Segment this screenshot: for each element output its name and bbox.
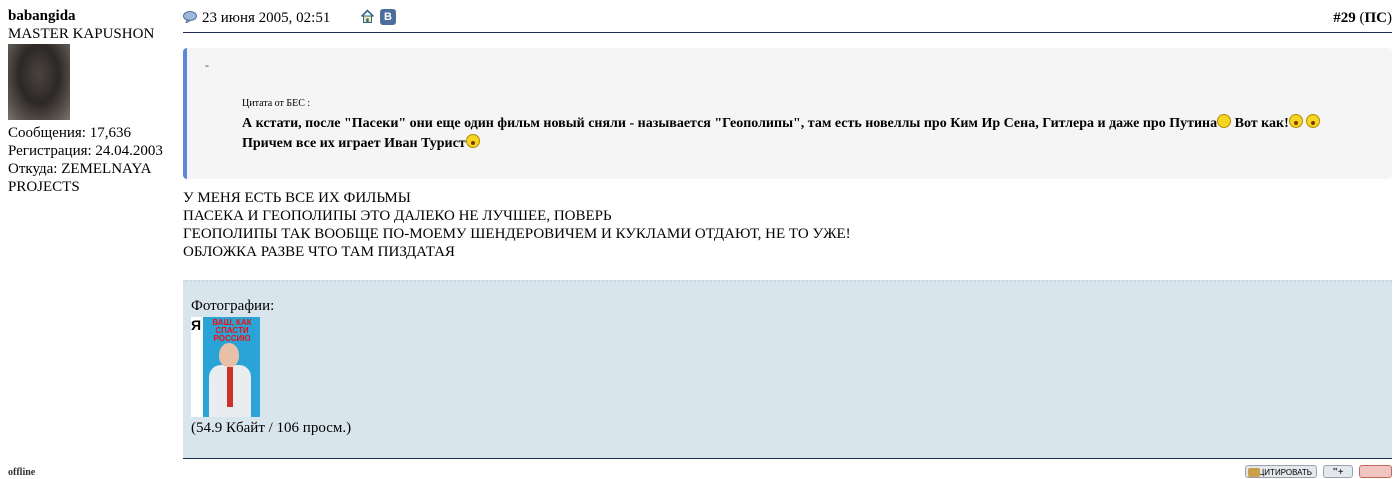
- post-header: 23 июня 2005, 02:51 В #29 (ПС): [183, 8, 1392, 33]
- username[interactable]: babangida: [8, 7, 180, 25]
- quote-text-part-3: Причем все их играет Иван Турист: [242, 136, 466, 151]
- message-line: У МЕНЯ ЕСТЬ ВСЕ ИХ ФИЛЬМЫ: [183, 190, 411, 206]
- cover-figure-tie: [227, 367, 233, 407]
- avatar: [8, 44, 70, 120]
- post-date: 23 июня 2005, 02:51: [202, 10, 331, 26]
- surprised-smile-icon: [1288, 114, 1303, 128]
- grin-smile-icon: [1306, 114, 1321, 128]
- quote-button[interactable]: ЦИТИРОВАТЬ: [1245, 465, 1317, 478]
- cover-figure-head: [219, 343, 239, 367]
- quote-block: - Цитата от БЕС : А кстати, после "Пасек…: [183, 48, 1392, 179]
- post-number[interactable]: #29 (ПС): [1333, 10, 1392, 27]
- message-line: ОБЛОЖКА РАЗВЕ ЧТО ТАМ ПИЗДАТАЯ: [183, 244, 455, 260]
- user-title: MASTER KAPUSHON: [8, 26, 155, 42]
- status-badge: offline: [8, 467, 36, 478]
- attachment-block: Фотографии: Я ВАШ, КАК СПАСТИ РОССИЮ (54…: [183, 280, 1392, 459]
- quote-text-part-1: А кстати, после "Пасеки" они еще один фи…: [242, 116, 1218, 131]
- user-info: babangida MASTER KAPUSHON Сообщения: 17,…: [8, 7, 180, 196]
- smile-icon: [1217, 114, 1232, 128]
- quote-text-part-2: Вот как!: [1231, 116, 1289, 131]
- user-posts-count: Сообщения: 17,636: [8, 125, 131, 141]
- attachment-title: Фотографии:: [191, 298, 275, 314]
- home-icon[interactable]: [360, 9, 375, 24]
- multiquote-button[interactable]: "+: [1323, 465, 1353, 478]
- vk-icon[interactable]: В: [380, 9, 396, 25]
- message-line: ПАСЕКА И ГЕОПОЛИПЫ ЭТО ДАЛЕКО НЕ ЛУЧШЕЕ,…: [183, 208, 612, 224]
- attachment-size: (54.9 Кбайт / 106 просм.): [191, 420, 352, 436]
- message-line: ГЕОПОЛИПЫ ТАК ВООБЩЕ ПО-МОЕМУ ШЕНДЕРОВИЧ…: [183, 226, 851, 242]
- ps-link[interactable]: (ПС): [1356, 10, 1393, 26]
- user-location: Откуда: ZEMELNAYA PROJECTS: [8, 161, 151, 195]
- post-message: У МЕНЯ ЕСТЬ ВСЕ ИХ ФИЛЬМЫ ПАСЕКА И ГЕОПО…: [183, 189, 851, 261]
- attachment-thumbnail[interactable]: Я ВАШ, КАК СПАСТИ РОССИЮ: [191, 317, 260, 417]
- post-icon: [183, 11, 197, 25]
- quote-text: А кстати, после "Пасеки" они еще один фи…: [242, 114, 1362, 154]
- quote-label: Цитата от БЕС :: [242, 98, 311, 109]
- user-registration-date: Регистрация: 24.04.2003: [8, 143, 163, 159]
- grin-smile-icon: [465, 134, 480, 148]
- quote-dash: -: [205, 58, 209, 72]
- report-button[interactable]: [1359, 465, 1392, 478]
- cover-title: ВАШ, КАК СПАСТИ РОССИЮ: [212, 318, 252, 343]
- cover-spine-letter: Я: [191, 317, 202, 333]
